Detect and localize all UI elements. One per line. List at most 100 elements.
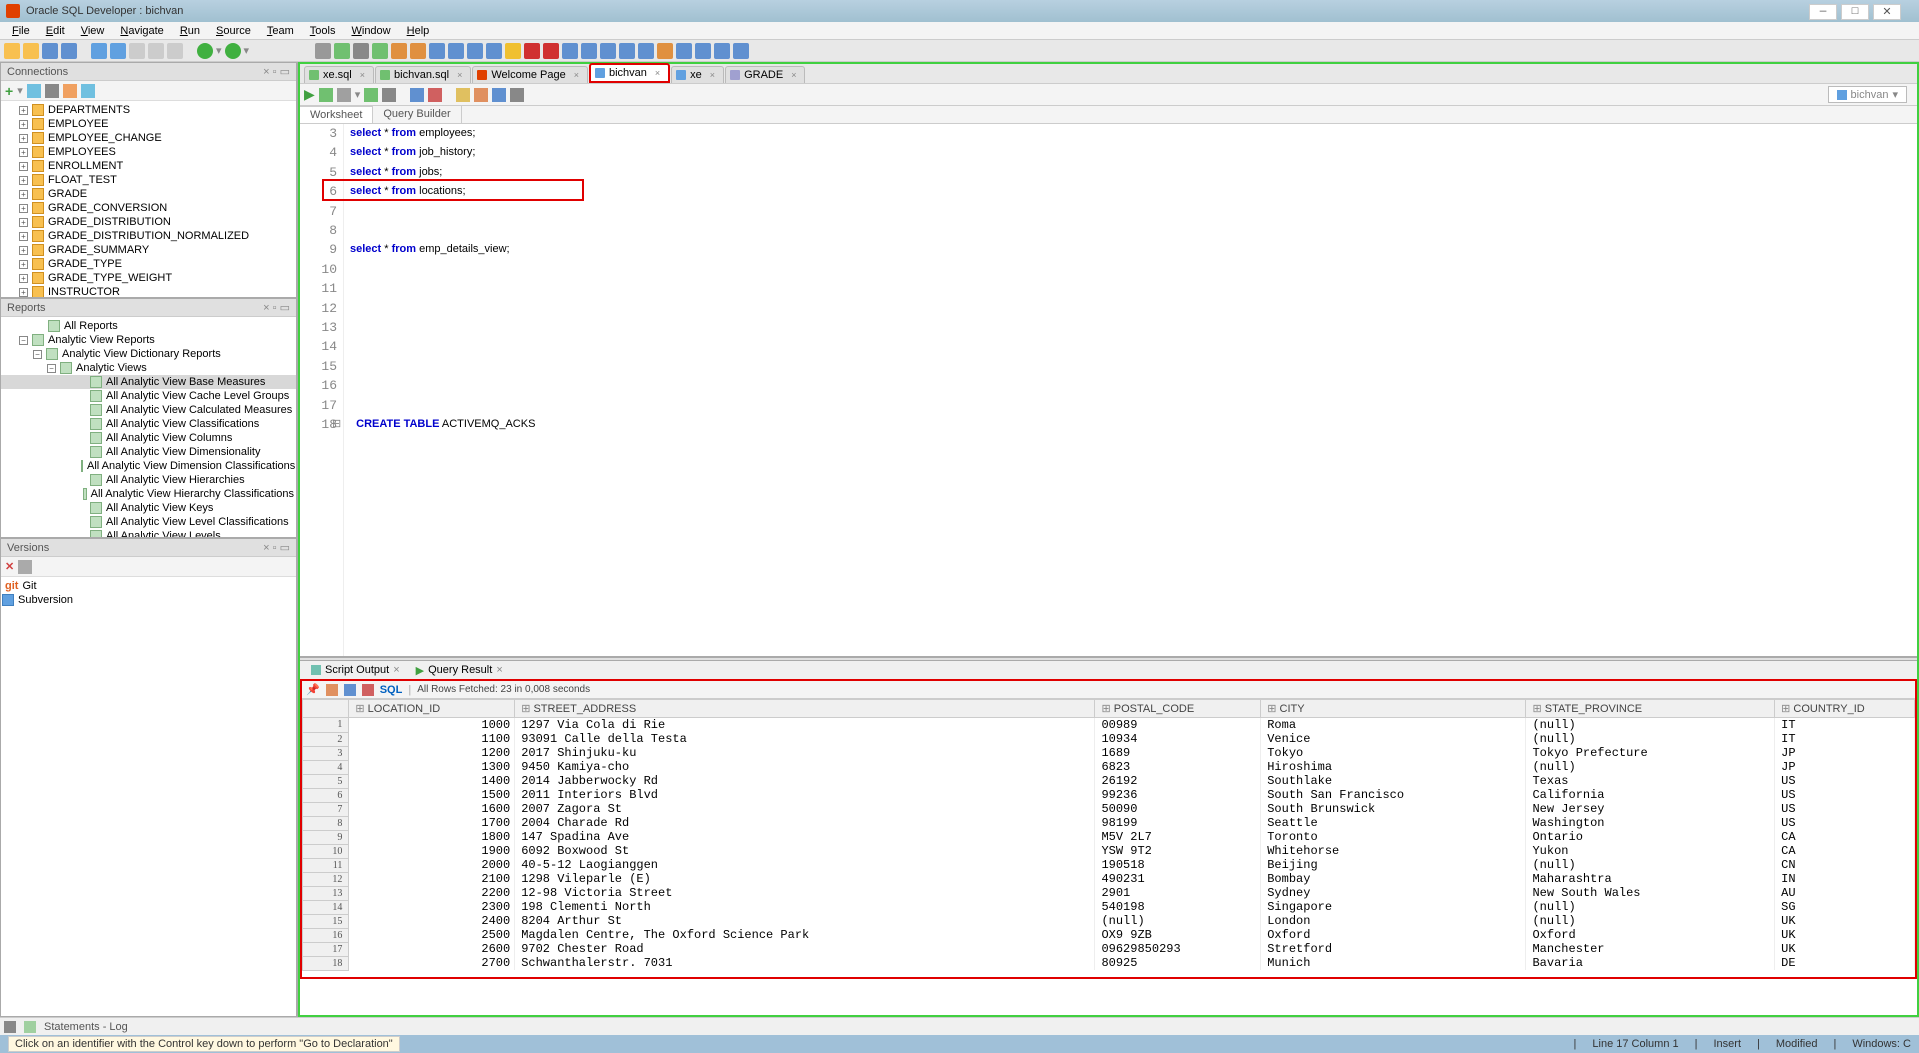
table-row[interactable]: 13220012-98 Victoria Street2901SydneyNew… [303, 886, 1915, 900]
query-builder-tab[interactable]: Query Builder [373, 106, 461, 123]
tool10-icon[interactable] [562, 43, 578, 59]
rollback-icon[interactable] [428, 88, 442, 102]
col-country_id[interactable]: ⊞ COUNTRY_ID [1775, 700, 1915, 718]
report-node[interactable]: − Analytic View Dictionary Reports [1, 347, 296, 361]
menu-run[interactable]: Run [172, 24, 208, 38]
table-row[interactable]: 110001297 Via Cola di Rie00989Roma(null)… [303, 718, 1915, 733]
tool15-icon[interactable] [657, 43, 673, 59]
stop-icon[interactable] [524, 43, 540, 59]
table-instructor[interactable]: + INSTRUCTOR [1, 285, 296, 297]
new-icon[interactable] [4, 43, 20, 59]
pin-icon[interactable]: 📌 [306, 683, 320, 696]
cursor-icon[interactable] [315, 43, 331, 59]
table-row[interactable]: 1019006092 Boxwood StYSW 9T2WhitehorseYu… [303, 844, 1915, 858]
tool2-icon[interactable] [372, 43, 388, 59]
save-icon[interactable] [42, 43, 58, 59]
tool4-icon[interactable] [510, 88, 524, 102]
svn-node[interactable]: Subversion [18, 594, 73, 606]
tool17-icon[interactable] [695, 43, 711, 59]
delete-icon[interactable]: ✕ [5, 560, 14, 573]
table-row[interactable]: 716002007 Zagora St50090South BrunswickN… [303, 802, 1915, 816]
report-node[interactable]: All Analytic View Calculated Measures [1, 403, 296, 417]
table-row[interactable]: 1221001298 Vileparle (E)490231BombayMaha… [303, 872, 1915, 886]
close-button[interactable]: ✕ [1873, 4, 1901, 20]
code-editor[interactable]: 3456789101112131415161718 select * from … [300, 124, 1917, 657]
menu-tools[interactable]: Tools [302, 24, 344, 38]
panel-controls[interactable]: × ▫ ▭ [263, 541, 290, 554]
table-row[interactable]: 413009450 Kamiya-cho6823Hiroshima(null)J… [303, 760, 1915, 774]
tool2-icon[interactable] [344, 684, 356, 696]
table-row[interactable]: 142300198 Clementi North540198Singapore(… [303, 900, 1915, 914]
tool4-icon[interactable] [410, 43, 426, 59]
worksheet-tab[interactable]: Worksheet [300, 106, 373, 123]
col-location_id[interactable]: ⊞ LOCATION_ID [349, 700, 515, 718]
paste-icon[interactable] [167, 43, 183, 59]
col-city[interactable]: ⊞ CITY [1261, 700, 1526, 718]
tool16-icon[interactable] [676, 43, 692, 59]
table-row[interactable]: 615002011 Interiors Blvd99236South San F… [303, 788, 1915, 802]
back-icon[interactable] [197, 43, 213, 59]
redo-icon[interactable] [110, 43, 126, 59]
statements-log-tab[interactable]: Statements - Log [44, 1021, 128, 1033]
tool-icon[interactable] [63, 84, 77, 98]
tool8-icon[interactable] [486, 43, 502, 59]
tab-grade[interactable]: GRADE× [725, 66, 805, 83]
table-departments[interactable]: + DEPARTMENTS [1, 103, 296, 117]
arrow-left-icon[interactable] [714, 43, 730, 59]
connection-selector[interactable]: bichvan ▾ [1828, 86, 1907, 103]
table-row[interactable]: 11200040-5-12 Laogianggen190518Beijing(n… [303, 858, 1915, 872]
versions-tree[interactable]: git Git + Subversion [1, 577, 296, 609]
tool9-icon[interactable] [505, 43, 521, 59]
tab-xe[interactable]: xe× [671, 66, 724, 83]
result-grid[interactable]: ⊞ LOCATION_ID⊞ STREET_ADDRESS⊞ POSTAL_CO… [302, 699, 1915, 977]
report-node[interactable]: All Analytic View Columns [1, 431, 296, 445]
query-result-tab[interactable]: ▶ Query Result× [409, 662, 510, 679]
report-node[interactable]: All Analytic View Keys [1, 501, 296, 515]
tool7-icon[interactable] [467, 43, 483, 59]
menu-source[interactable]: Source [208, 24, 259, 38]
tool-icon[interactable] [382, 88, 396, 102]
tab-bichvan[interactable]: bichvan× [589, 63, 670, 83]
tool3-icon[interactable] [391, 43, 407, 59]
report-node[interactable]: All Analytic View Dimensionality [1, 445, 296, 459]
tool6-icon[interactable] [448, 43, 464, 59]
report-node[interactable]: − Analytic View Reports [1, 333, 296, 347]
run-icon[interactable] [334, 43, 350, 59]
table-row[interactable]: 514002014 Jabberwocky Rd26192SouthlakeTe… [303, 774, 1915, 788]
col-state_province[interactable]: ⊞ STATE_PROVINCE [1526, 700, 1775, 718]
save-all-icon[interactable] [61, 43, 77, 59]
panel-controls[interactable]: × ▫ ▭ [263, 301, 290, 314]
cut-icon[interactable] [129, 43, 145, 59]
script-output-tab[interactable]: Script Output× [304, 662, 407, 678]
table-row[interactable]: 1726009702 Chester Road09629850293Stretf… [303, 942, 1915, 956]
col-postal_code[interactable]: ⊞ POSTAL_CODE [1095, 700, 1261, 718]
menu-window[interactable]: Window [343, 24, 398, 38]
report-node[interactable]: All Analytic View Level Classifications [1, 515, 296, 529]
table-employees[interactable]: + EMPLOYEES [1, 145, 296, 159]
report-node[interactable]: All Reports [1, 319, 296, 333]
clear-icon[interactable] [474, 88, 488, 102]
copy-icon[interactable] [148, 43, 164, 59]
table-row[interactable]: 182700Schwanthalerstr. 703180925MunichBa… [303, 956, 1915, 970]
tab-xe-sql[interactable]: xe.sql× [304, 66, 374, 83]
connections-tree[interactable]: + DEPARTMENTS+ EMPLOYEE+ EMPLOYEE_CHANGE… [1, 101, 296, 297]
tool13-icon[interactable] [619, 43, 635, 59]
table-grade_distribution[interactable]: + GRADE_DISTRIBUTION [1, 215, 296, 229]
tool-icon[interactable] [353, 43, 369, 59]
menu-team[interactable]: Team [259, 24, 302, 38]
tool11-icon[interactable] [581, 43, 597, 59]
maximize-button[interactable]: □ [1841, 4, 1869, 20]
table-grade_type_weight[interactable]: + GRADE_TYPE_WEIGHT [1, 271, 296, 285]
report-node[interactable]: All Analytic View Base Measures [1, 375, 296, 389]
sql-label[interactable]: SQL [380, 684, 403, 696]
tool3-icon[interactable] [362, 684, 374, 696]
tool-icon[interactable] [326, 684, 338, 696]
menu-file[interactable]: File [4, 24, 38, 38]
table-grade_conversion[interactable]: + GRADE_CONVERSION [1, 201, 296, 215]
table-row[interactable]: 817002004 Charade Rd98199SeattleWashingt… [303, 816, 1915, 830]
run-script-icon[interactable] [319, 88, 333, 102]
tool14-icon[interactable] [638, 43, 654, 59]
tool12-icon[interactable] [600, 43, 616, 59]
run-statement-icon[interactable]: ▶ [304, 86, 315, 103]
open-icon[interactable] [23, 43, 39, 59]
